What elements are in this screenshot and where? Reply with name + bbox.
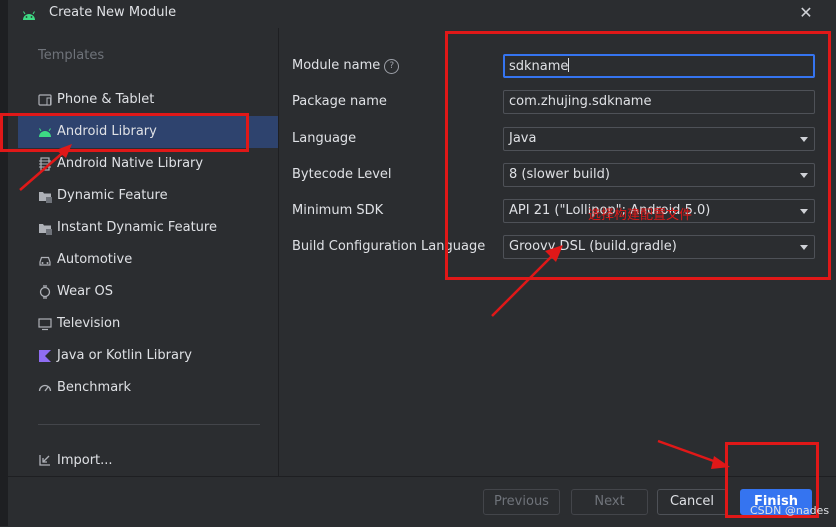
watermark: CSDN @nades [750,504,830,517]
annotation-arrow-template [19,144,72,191]
annotation-arrow-finish [657,439,730,469]
annotation-arrows [19,144,730,469]
annotation-arrow-form [491,245,563,317]
